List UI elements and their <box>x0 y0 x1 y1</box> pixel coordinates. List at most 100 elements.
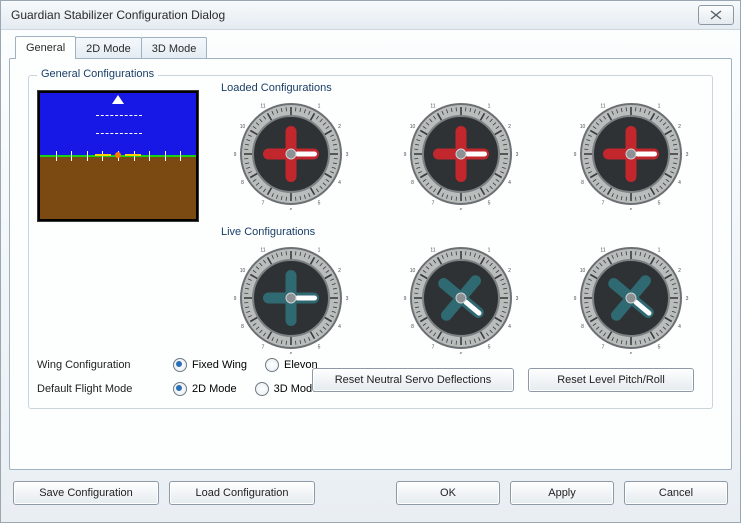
tabstrip: General 2D Mode 3D Mode <box>15 37 206 59</box>
svg-text:6: 6 <box>630 352 633 354</box>
reset-servo-button[interactable]: Reset Neutral Servo Deflections <box>312 368 514 392</box>
dialog-window: Guardian Stabilizer Configuration Dialog… <box>0 0 741 523</box>
svg-text:5: 5 <box>488 344 491 350</box>
svg-text:6: 6 <box>630 208 633 210</box>
button-label: Load Configuration <box>196 487 289 499</box>
svg-text:7: 7 <box>262 200 265 206</box>
gauge-dial-icon: 1234567891011 <box>391 242 531 354</box>
flight-mode-label: Default Flight Mode <box>37 383 155 395</box>
svg-text:2: 2 <box>508 124 511 130</box>
svg-text:9: 9 <box>234 296 237 302</box>
ok-button[interactable]: OK <box>396 481 500 505</box>
bottom-right-buttons: OK Apply Cancel <box>396 481 728 505</box>
tab-label: 2D Mode <box>86 43 131 55</box>
svg-text:9: 9 <box>404 296 407 302</box>
svg-text:8: 8 <box>581 180 584 186</box>
close-icon <box>710 10 722 20</box>
loaded-dial-3: 1234567891011 <box>561 98 701 210</box>
svg-text:2: 2 <box>338 268 341 274</box>
svg-text:9: 9 <box>574 152 577 158</box>
titlebar: Guardian Stabilizer Configuration Dialog <box>1 1 740 30</box>
svg-text:6: 6 <box>460 208 463 210</box>
svg-text:7: 7 <box>602 344 605 350</box>
client-area: General 2D Mode 3D Mode General Configur… <box>9 37 732 514</box>
radio-icon <box>255 382 269 396</box>
svg-text:2: 2 <box>678 268 681 274</box>
svg-text:5: 5 <box>658 200 661 206</box>
svg-text:9: 9 <box>234 152 237 158</box>
subhead-live: Live Configurations <box>221 226 315 238</box>
svg-text:10: 10 <box>240 268 246 274</box>
svg-text:2: 2 <box>338 124 341 130</box>
svg-text:3: 3 <box>346 296 349 302</box>
live-dial-1: 1234567891011 <box>221 242 361 354</box>
svg-text:10: 10 <box>580 268 586 274</box>
button-label: Cancel <box>659 487 693 499</box>
svg-text:1: 1 <box>658 248 661 254</box>
tab-general[interactable]: General <box>15 36 76 59</box>
button-label: OK <box>440 487 456 499</box>
svg-text:4: 4 <box>338 324 341 330</box>
button-label: Reset Neutral Servo Deflections <box>335 374 492 386</box>
radio-icon <box>173 382 187 396</box>
svg-text:8: 8 <box>411 180 414 186</box>
svg-text:1: 1 <box>488 104 491 110</box>
gauge-dial-icon: 1234567891011 <box>391 98 531 210</box>
live-dial-2: 1234567891011 <box>391 242 531 354</box>
gauge-dial-icon: 1234567891011 <box>561 98 701 210</box>
reset-buttons-row: Reset Neutral Servo Deflections Reset Le… <box>312 368 694 392</box>
svg-text:4: 4 <box>678 180 681 186</box>
tab-2d-mode[interactable]: 2D Mode <box>75 37 142 59</box>
svg-text:5: 5 <box>488 200 491 206</box>
svg-text:3: 3 <box>686 152 689 158</box>
radio-label: Fixed Wing <box>192 359 247 371</box>
svg-text:3: 3 <box>686 296 689 302</box>
svg-text:10: 10 <box>240 124 246 130</box>
loaded-dial-2: 1234567891011 <box>391 98 531 210</box>
svg-text:3: 3 <box>516 152 519 158</box>
apply-button[interactable]: Apply <box>510 481 614 505</box>
loaded-dial-1: 1234567891011 <box>221 98 361 210</box>
live-dials-row: 123456789101112345678910111234567891011 <box>221 242 701 354</box>
radio-fixed-wing[interactable]: Fixed Wing <box>173 358 247 372</box>
gauge-dial-icon: 1234567891011 <box>221 242 361 354</box>
svg-text:5: 5 <box>318 200 321 206</box>
bottom-left-buttons: Save Configuration Load Configuration <box>13 481 315 505</box>
tab-page-general: General Configurations Lo <box>9 58 732 470</box>
svg-text:7: 7 <box>602 200 605 206</box>
svg-text:4: 4 <box>508 324 511 330</box>
gauge-dial-icon: 1234567891011 <box>561 242 701 354</box>
close-button[interactable] <box>698 5 734 25</box>
save-config-button[interactable]: Save Configuration <box>13 481 159 505</box>
svg-text:4: 4 <box>508 180 511 186</box>
svg-text:9: 9 <box>574 296 577 302</box>
attitude-indicator <box>37 90 199 222</box>
tab-3d-mode[interactable]: 3D Mode <box>141 37 208 59</box>
svg-text:8: 8 <box>581 324 584 330</box>
window-title: Guardian Stabilizer Configuration Dialog <box>11 8 225 22</box>
svg-text:11: 11 <box>430 248 435 254</box>
svg-text:2: 2 <box>678 124 681 130</box>
svg-text:5: 5 <box>318 344 321 350</box>
radio-3d-mode[interactable]: 3D Mode <box>255 382 319 396</box>
row-wing-config: Wing Configuration Fixed Wing Elevon <box>37 358 318 372</box>
svg-text:3: 3 <box>516 296 519 302</box>
svg-text:8: 8 <box>241 180 244 186</box>
svg-text:10: 10 <box>410 124 416 130</box>
svg-text:11: 11 <box>260 248 265 254</box>
load-config-button[interactable]: Load Configuration <box>169 481 315 505</box>
svg-text:1: 1 <box>488 248 491 254</box>
svg-text:6: 6 <box>290 208 293 210</box>
cancel-button[interactable]: Cancel <box>624 481 728 505</box>
group-legend: General Configurations <box>37 68 158 80</box>
svg-text:3: 3 <box>346 152 349 158</box>
svg-text:7: 7 <box>432 344 435 350</box>
reset-level-button[interactable]: Reset Level Pitch/Roll <box>528 368 694 392</box>
radio-elevon[interactable]: Elevon <box>265 358 318 372</box>
svg-text:1: 1 <box>318 248 321 254</box>
svg-text:11: 11 <box>600 104 605 110</box>
svg-text:9: 9 <box>404 152 407 158</box>
live-dial-3: 1234567891011 <box>561 242 701 354</box>
button-label: Apply <box>548 487 576 499</box>
radio-2d-mode[interactable]: 2D Mode <box>173 382 237 396</box>
